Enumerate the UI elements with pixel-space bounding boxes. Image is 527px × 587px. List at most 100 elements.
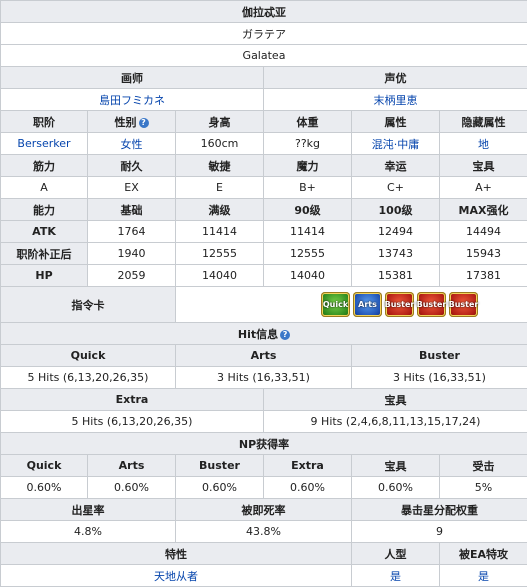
agility-label: 敏捷: [175, 154, 264, 177]
np-gain-header: NP获得率: [0, 432, 527, 455]
np-defense-label: 受击: [439, 454, 527, 477]
lv100-label: 100级: [351, 198, 440, 221]
hp-label: HP: [0, 264, 88, 287]
height-label: 身高: [175, 110, 264, 133]
strength-value: A: [0, 176, 88, 199]
np-extra-value: 0.60%: [263, 476, 352, 499]
buster-card-icon: Buster: [449, 292, 478, 317]
class-adj-base: 1940: [87, 242, 176, 265]
hits-buster-value: 3 Hits (16,33,51): [351, 366, 527, 389]
atk-base: 1764: [87, 220, 176, 243]
hits-buster-label: Buster: [351, 344, 527, 367]
np-param-label: 宝具: [439, 154, 527, 177]
hits-quick-label: Quick: [0, 344, 176, 367]
hits-np-label: 宝具: [263, 388, 527, 411]
servant-info-table: 伽拉忒亚 ガラテア Galatea 画师 声优 島田フミカネ 末柄里恵 职阶 性…: [0, 0, 527, 587]
humanoid-link[interactable]: 是: [390, 570, 401, 583]
quick-card-icon: Quick: [321, 292, 350, 317]
np-param-value: A+: [439, 176, 527, 199]
hit-info-header: Hit信息?: [0, 322, 527, 345]
atk-max-boost: 14494: [439, 220, 527, 243]
weight-value: ??kg: [263, 132, 352, 155]
cv-label: 声优: [263, 66, 527, 89]
buster-card-icon: Buster: [385, 292, 414, 317]
gender-label: 性别: [114, 115, 137, 129]
hits-arts-label: Arts: [175, 344, 352, 367]
star-gen-label: 出星率: [0, 498, 176, 521]
hits-arts-value: 3 Hits (16,33,51): [175, 366, 352, 389]
humanoid-label: 人型: [351, 542, 440, 565]
np-buster-label: Buster: [175, 454, 264, 477]
name-jp: ガラテア: [0, 22, 527, 45]
max-label: 满级: [175, 198, 264, 221]
name-cn: 伽拉忒亚: [0, 0, 527, 23]
hp-90: 14040: [263, 264, 352, 287]
star-weight-label: 暴击星分配权重: [351, 498, 527, 521]
class-adj-label: 职阶补正后: [0, 242, 88, 265]
hidden-attr-label: 隐藏属性: [439, 110, 527, 133]
traits-link[interactable]: 天地从者: [154, 570, 198, 583]
atk-100: 12494: [351, 220, 440, 243]
hp-max-boost: 17381: [439, 264, 527, 287]
question-circle-icon[interactable]: ?: [280, 329, 291, 340]
hp-max: 14040: [175, 264, 264, 287]
hit-info-label: Hit信息: [237, 327, 279, 341]
hp-100: 15381: [351, 264, 440, 287]
traits-label: 特性: [0, 542, 352, 565]
strength-label: 筋力: [0, 154, 88, 177]
np-np-label: 宝具: [351, 454, 440, 477]
gender-link[interactable]: 女性: [121, 138, 143, 151]
cv-link[interactable]: 末柄里恵: [374, 94, 418, 107]
lv90-label: 90级: [263, 198, 352, 221]
atk-label: ATK: [0, 220, 88, 243]
command-cards-cell: Quick Arts Buster Buster Buster: [175, 286, 527, 323]
atk-90: 11414: [263, 220, 352, 243]
np-quick-label: Quick: [0, 454, 88, 477]
hits-quick-value: 5 Hits (6,13,20,26,35): [0, 366, 176, 389]
height-value: 160cm: [175, 132, 264, 155]
death-rate-label: 被即死率: [175, 498, 352, 521]
gender-label-cell: 性别?: [87, 110, 176, 133]
star-weight-value: 9: [351, 520, 527, 543]
ea-special-label: 被EA特攻: [439, 542, 527, 565]
agility-value: E: [175, 176, 264, 199]
np-quick-value: 0.60%: [0, 476, 88, 499]
np-defense-value: 5%: [439, 476, 527, 499]
np-np-value: 0.60%: [351, 476, 440, 499]
hits-np-value: 9 Hits (2,4,6,8,11,13,15,17,24): [263, 410, 527, 433]
attribute-link[interactable]: 混沌·中庸: [372, 138, 420, 151]
mana-value: B+: [263, 176, 352, 199]
arts-card-icon: Arts: [353, 292, 382, 317]
atk-max: 11414: [175, 220, 264, 243]
stat-label: 能力: [0, 198, 88, 221]
base-label: 基础: [87, 198, 176, 221]
death-rate-value: 43.8%: [175, 520, 352, 543]
endurance-value: EX: [87, 176, 176, 199]
attribute-label: 属性: [351, 110, 440, 133]
luck-label: 幸运: [351, 154, 440, 177]
hits-extra-label: Extra: [0, 388, 264, 411]
mana-label: 魔力: [263, 154, 352, 177]
class-adj-90: 12555: [263, 242, 352, 265]
question-circle-icon[interactable]: ?: [138, 117, 149, 128]
endurance-label: 耐久: [87, 154, 176, 177]
hits-extra-value: 5 Hits (6,13,20,26,35): [0, 410, 264, 433]
class-adj-max-boost: 15943: [439, 242, 527, 265]
class-label: 职阶: [0, 110, 88, 133]
np-buster-value: 0.60%: [175, 476, 264, 499]
np-arts-label: Arts: [87, 454, 176, 477]
max-boost-label: MAX强化: [439, 198, 527, 221]
illustrator-link[interactable]: 島田フミカネ: [99, 94, 165, 107]
illustrator-label: 画师: [0, 66, 264, 89]
class-adj-max: 12555: [175, 242, 264, 265]
hidden-attr-link[interactable]: 地: [478, 138, 489, 151]
command-cards-label: 指令卡: [0, 286, 176, 323]
class-adj-100: 13743: [351, 242, 440, 265]
ea-special-link[interactable]: 是: [478, 570, 489, 583]
np-extra-label: Extra: [263, 454, 352, 477]
name-en: Galatea: [0, 44, 527, 67]
class-link[interactable]: Berserker: [17, 137, 70, 150]
buster-card-icon: Buster: [417, 292, 446, 317]
np-arts-value: 0.60%: [87, 476, 176, 499]
hp-base: 2059: [87, 264, 176, 287]
